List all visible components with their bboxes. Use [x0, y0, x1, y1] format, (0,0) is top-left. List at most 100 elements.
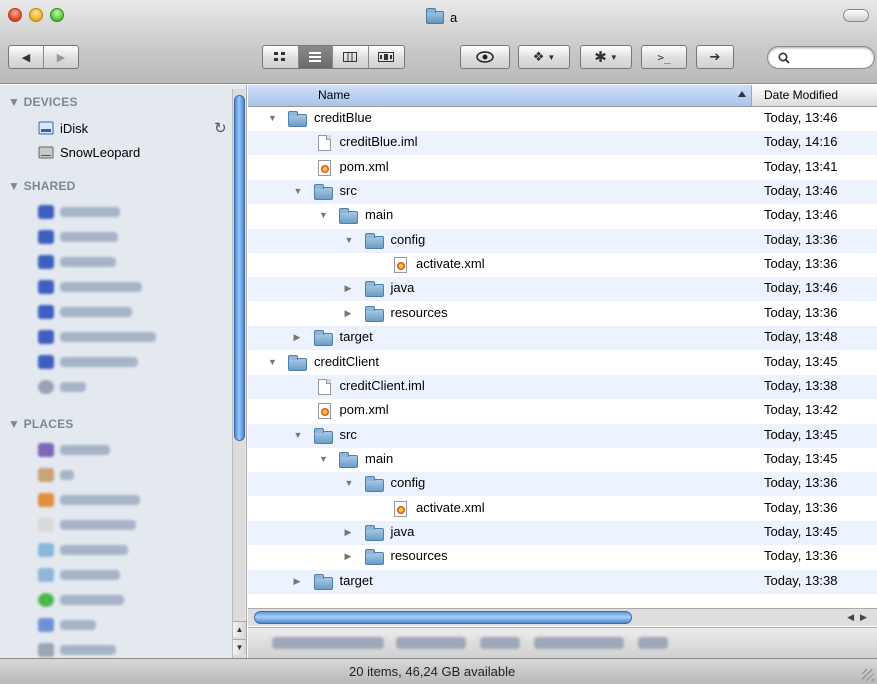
disclosure-expanded-icon[interactable]: ▼ [319, 454, 329, 464]
list-row[interactable]: ▼ config Today, 13:36 [248, 472, 877, 497]
sidebar: ▼ DEVICES iDisk ↻ SnowLeopard ▼ SHARED ▼… [0, 85, 247, 658]
list-row[interactable]: ▶ resources Today, 13:36 [248, 302, 877, 326]
disclosure-expanded-icon[interactable]: ▼ [294, 186, 304, 196]
scroll-right-arrow-icon[interactable]: ▶ [860, 612, 867, 623]
disclosure-collapsed-icon[interactable]: ▶ [294, 576, 304, 586]
list-row[interactable]: pom.xml Today, 13:41 [248, 156, 877, 180]
sidebar-item-home[interactable] [38, 466, 74, 484]
close-window-button[interactable] [8, 8, 22, 22]
search-field[interactable] [767, 46, 875, 69]
list-view-button[interactable] [298, 46, 334, 68]
file-name: activate.xml [416, 256, 485, 272]
path-segment[interactable] [396, 637, 466, 649]
disclosure-expanded-icon[interactable]: ▼ [345, 235, 355, 245]
toolbar-toggle-button[interactable] [843, 9, 869, 22]
sync-icon[interactable]: ↻ [214, 119, 227, 137]
sidebar-item-pictures[interactable] [38, 641, 116, 658]
list-row[interactable]: ▼ config Today, 13:36 [248, 228, 877, 253]
scroll-down-arrow-icon[interactable]: ▼ [233, 639, 246, 655]
list-row[interactable]: ▶ java Today, 13:45 [248, 520, 877, 545]
sidebar-section-shared[interactable]: ▼ SHARED [8, 179, 76, 193]
path-segment[interactable] [272, 637, 384, 649]
back-button[interactable]: ◀ [9, 46, 44, 68]
sidebar-item-shared-host[interactable] [38, 328, 156, 346]
minimize-window-button[interactable] [29, 8, 43, 22]
blurred-label [60, 620, 96, 630]
sidebar-item-desktop[interactable] [38, 441, 110, 459]
sidebar-item-idisk[interactable]: iDisk [38, 119, 88, 137]
list-row[interactable]: ▼ creditBlue Today, 13:46 [248, 107, 877, 131]
disclosure-collapsed-icon[interactable]: ▶ [345, 283, 355, 293]
sidebar-item-shared-host[interactable] [38, 203, 120, 221]
list-row[interactable]: ▶ java Today, 13:46 [248, 277, 877, 302]
list-row[interactable]: ▼ creditClient Today, 13:45 [248, 351, 877, 375]
sidebar-item-shared-host[interactable] [38, 253, 116, 271]
list-row[interactable]: activate.xml Today, 13:36 [248, 497, 877, 521]
disclosure-collapsed-icon[interactable]: ▶ [345, 551, 355, 561]
file-name: pom.xml [339, 402, 389, 418]
column-view-button[interactable] [333, 46, 369, 68]
sidebar-scrollbar[interactable]: ▲ ▼ [232, 89, 246, 658]
column-header-date[interactable]: Date Modified [764, 85, 838, 106]
list-row[interactable]: ▼ src Today, 13:46 [248, 180, 877, 205]
list-row[interactable]: ▼ src Today, 13:45 [248, 423, 877, 448]
disclosure-expanded-icon[interactable]: ▼ [294, 430, 304, 440]
coverflow-view-button[interactable] [369, 46, 404, 68]
columns-icon [343, 52, 358, 62]
sidebar-item-shared-host[interactable] [38, 228, 118, 246]
go-forward-action-button[interactable]: ➔ [696, 45, 734, 69]
sidebar-item-snowleopard[interactable]: SnowLeopard [38, 143, 140, 161]
date-modified: Today, 13:36 [764, 231, 838, 247]
sidebar-item-shared-host[interactable] [38, 303, 132, 321]
sidebar-item-documents[interactable] [38, 516, 136, 534]
list-row[interactable]: creditBlue.iml Today, 14:16 [248, 131, 877, 156]
forward-button[interactable]: ▶ [44, 46, 78, 68]
zoom-window-button[interactable] [50, 8, 64, 22]
list-row[interactable]: ▼ main Today, 13:46 [248, 204, 877, 228]
list-row[interactable]: pom.xml Today, 13:42 [248, 399, 877, 423]
disclosure-expanded-icon[interactable]: ▼ [345, 478, 355, 488]
list-row[interactable]: activate.xml Today, 13:36 [248, 253, 877, 277]
disclosure-expanded-icon[interactable]: ▼ [319, 210, 329, 220]
dropbox-menu-button[interactable]: ❖ ▼ [518, 45, 570, 69]
disclosure-collapsed-icon[interactable]: ▶ [345, 308, 355, 318]
disclosure-expanded-icon[interactable]: ▼ [268, 357, 278, 367]
scroll-left-arrow-icon[interactable]: ◀ [847, 612, 854, 623]
sidebar-item-dropbox[interactable] [38, 566, 120, 584]
disclosure-collapsed-icon[interactable]: ▶ [294, 332, 304, 342]
horizontal-scroll-thumb[interactable] [254, 611, 632, 624]
sidebar-item-shared-host[interactable] [38, 353, 138, 371]
sidebar-section-places[interactable]: ▼ PLACES [8, 417, 74, 431]
resize-grip-icon[interactable] [862, 669, 874, 681]
sidebar-item-downloads[interactable] [38, 591, 124, 609]
list-row[interactable]: ▶ resources Today, 13:36 [248, 545, 877, 569]
quick-look-button[interactable] [460, 45, 510, 69]
sidebar-scroll-thumb[interactable] [234, 95, 245, 441]
list-row[interactable]: ▶ target Today, 13:48 [248, 326, 877, 351]
sidebar-item-music[interactable] [38, 616, 96, 634]
scroll-up-arrow-icon[interactable]: ▲ [233, 621, 246, 637]
list-row[interactable]: creditClient.iml Today, 13:38 [248, 374, 877, 399]
path-segment[interactable] [480, 637, 520, 649]
file-name: activate.xml [416, 499, 485, 515]
path-segment[interactable] [638, 637, 668, 649]
disclosure-collapsed-icon[interactable]: ▶ [345, 527, 355, 537]
path-segment[interactable] [534, 637, 624, 649]
sidebar-section-devices[interactable]: ▼ DEVICES [8, 95, 78, 109]
date-modified: Today, 13:36 [764, 256, 838, 272]
file-name: main [365, 207, 394, 223]
action-menu-button[interactable]: ✱ ▼ [580, 45, 632, 69]
horizontal-scrollbar[interactable]: ◀ ▶ [248, 608, 877, 626]
date-modified: Today, 13:45 [764, 426, 838, 442]
document-icon [317, 378, 331, 395]
disclosure-expanded-icon[interactable]: ▼ [268, 113, 278, 123]
column-header-name[interactable]: Name [248, 85, 752, 106]
sidebar-item-applications[interactable] [38, 491, 140, 509]
terminal-button[interactable]: >_ [641, 45, 687, 69]
icon-view-button[interactable] [263, 46, 299, 68]
sidebar-item-shared-all[interactable] [38, 378, 86, 396]
sidebar-item-shared-host[interactable] [38, 278, 142, 296]
list-row[interactable]: ▶ target Today, 13:38 [248, 569, 877, 594]
sidebar-item-folder[interactable] [38, 541, 128, 559]
list-row[interactable]: ▼ main Today, 13:45 [248, 448, 877, 472]
